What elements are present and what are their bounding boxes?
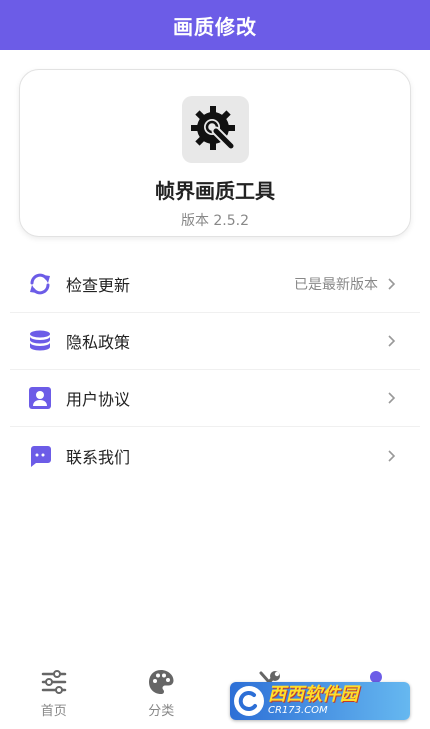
watermark-url: CR173.COM — [268, 705, 328, 716]
tab-home[interactable]: 首页 — [0, 660, 108, 729]
menu-item-user-agreement[interactable]: 用户协议 — [10, 370, 420, 427]
menu-item-label: 隐私政策 — [66, 333, 131, 352]
page-title: 画质修改 — [173, 14, 257, 39]
chat-icon — [28, 444, 52, 468]
sliders-icon — [40, 668, 68, 696]
menu-item-label: 检查更新 — [66, 276, 131, 295]
settings-menu: 检查更新 已是最新版本 隐私政策 用户协议 联系我们 — [10, 256, 420, 484]
gear-search-icon — [191, 105, 236, 150]
chevron-right-icon — [388, 392, 396, 404]
watermark-logo: 西西软件园 CR173.COM — [230, 682, 410, 720]
database-icon — [28, 329, 52, 353]
app-name: 帧界画质工具 — [155, 179, 275, 203]
menu-item-check-update[interactable]: 检查更新 已是最新版本 — [10, 256, 420, 313]
chevron-right-icon — [388, 449, 396, 462]
update-status: 已是最新版本 — [294, 277, 378, 293]
chevron-right-icon — [388, 335, 396, 347]
tab-category[interactable]: 分类 — [108, 660, 216, 729]
user-card-icon — [28, 386, 52, 410]
menu-item-contact-us[interactable]: 联系我们 — [10, 427, 420, 484]
menu-item-label: 用户协议 — [66, 390, 131, 409]
tab-label: 首页 — [40, 704, 67, 719]
app-version: 版本 2.5.2 — [180, 213, 250, 229]
app-info-card: 帧界画质工具 版本 2.5.2 — [19, 69, 411, 237]
top-bar: 画质修改 — [0, 0, 430, 50]
menu-item-privacy-policy[interactable]: 隐私政策 — [10, 313, 420, 370]
refresh-icon — [28, 272, 52, 296]
tab-label: 分类 — [148, 704, 175, 719]
app-logo — [181, 96, 249, 163]
chevron-right-icon — [388, 278, 396, 290]
watermark-badge-icon — [234, 686, 264, 716]
palette-icon — [147, 668, 175, 696]
watermark-title: 西西软件园 — [268, 684, 358, 705]
menu-item-label: 联系我们 — [66, 447, 131, 467]
